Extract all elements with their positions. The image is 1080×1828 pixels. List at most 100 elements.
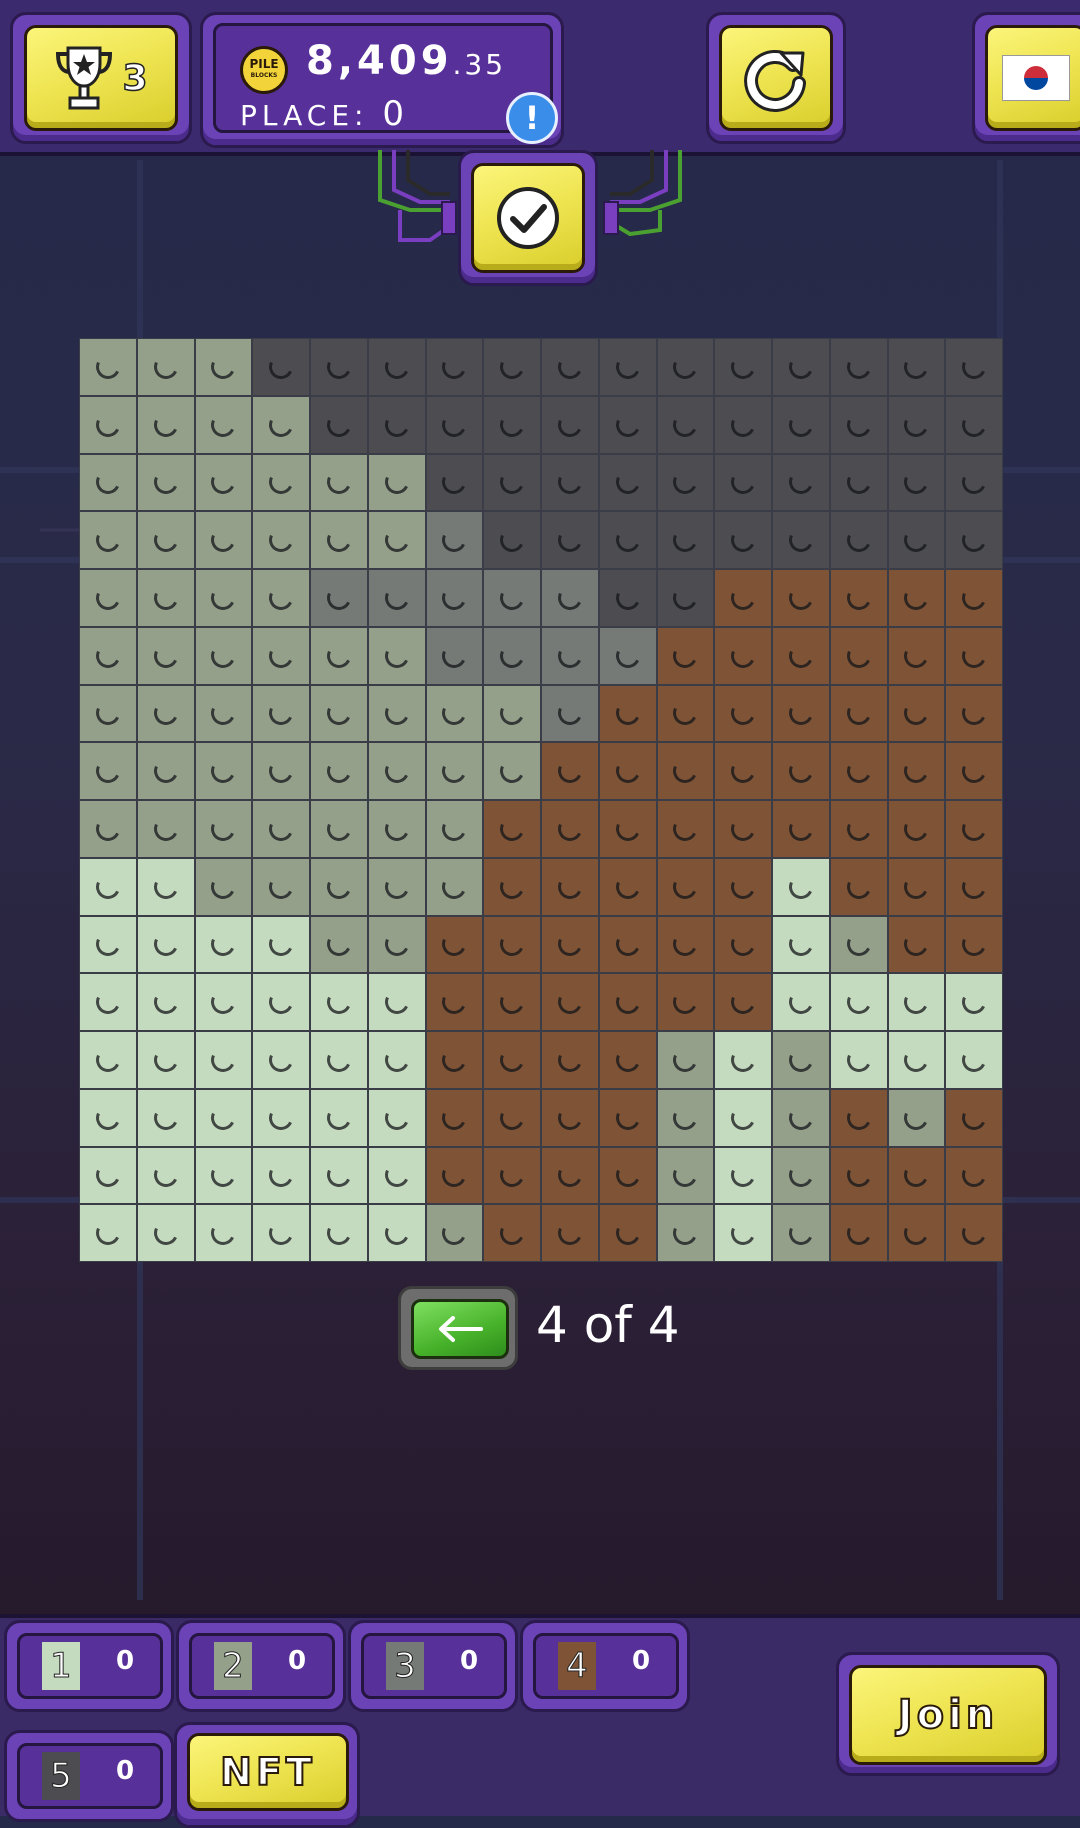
grid-cell[interactable] xyxy=(310,1031,368,1089)
grid-cell[interactable] xyxy=(598,395,657,454)
grid-cell[interactable] xyxy=(136,569,195,627)
grid-cell[interactable] xyxy=(310,973,368,1031)
grid-cell[interactable] xyxy=(425,569,484,627)
palette-color-3[interactable]: 30 xyxy=(348,1620,518,1712)
grid-cell[interactable] xyxy=(194,395,253,454)
grid-cell[interactable] xyxy=(79,1031,137,1089)
grid-cell[interactable] xyxy=(714,1204,772,1262)
grid-cell[interactable] xyxy=(541,1088,599,1147)
grid-cell[interactable] xyxy=(772,1204,830,1262)
grid-cell[interactable] xyxy=(79,857,137,916)
grid-cell[interactable] xyxy=(772,511,830,569)
grid-cell[interactable] xyxy=(367,800,426,858)
grid-cell[interactable] xyxy=(887,1088,946,1147)
grid-cell[interactable] xyxy=(598,338,657,396)
grid-cell[interactable] xyxy=(310,857,368,916)
grid-cell[interactable] xyxy=(945,857,1003,916)
grid-cell[interactable] xyxy=(887,511,946,569)
grid-cell[interactable] xyxy=(79,626,137,685)
grid-cell[interactable] xyxy=(541,569,599,627)
grid-cell[interactable] xyxy=(829,1204,888,1262)
grid-cell[interactable] xyxy=(136,1146,195,1205)
grid-cell[interactable] xyxy=(136,857,195,916)
grid-cell[interactable] xyxy=(598,1088,657,1147)
grid-cell[interactable] xyxy=(541,742,599,800)
grid-cell[interactable] xyxy=(194,453,253,512)
grid-cell[interactable] xyxy=(598,800,657,858)
grid-cell[interactable] xyxy=(829,338,888,396)
grid-cell[interactable] xyxy=(945,1031,1003,1089)
grid-cell[interactable] xyxy=(79,1088,137,1147)
grid-cell[interactable] xyxy=(425,338,484,396)
grid-cell[interactable] xyxy=(136,1031,195,1089)
grid-cell[interactable] xyxy=(945,973,1003,1031)
grid-cell[interactable] xyxy=(714,1031,772,1089)
grid-cell[interactable] xyxy=(483,1088,541,1147)
grid-cell[interactable] xyxy=(714,338,772,396)
grid-cell[interactable] xyxy=(656,1031,715,1089)
grid-cell[interactable] xyxy=(829,915,888,974)
grid-cell[interactable] xyxy=(541,453,599,512)
palette-color-5[interactable]: 50 xyxy=(4,1730,174,1822)
grid-cell[interactable] xyxy=(887,973,946,1031)
grid-cell[interactable] xyxy=(425,1204,484,1262)
grid-cell[interactable] xyxy=(945,915,1003,974)
grid-cell[interactable] xyxy=(310,626,368,685)
grid-cell[interactable] xyxy=(310,800,368,858)
grid-cell[interactable] xyxy=(194,1204,253,1262)
grid-cell[interactable] xyxy=(194,511,253,569)
grid-cell[interactable] xyxy=(194,742,253,800)
grid-cell[interactable] xyxy=(829,626,888,685)
grid-cell[interactable] xyxy=(772,569,830,627)
grid-cell[interactable] xyxy=(367,395,426,454)
grid-cell[interactable] xyxy=(310,453,368,512)
nft-button[interactable]: NFT xyxy=(187,1733,349,1811)
grid-cell[interactable] xyxy=(136,1204,195,1262)
grid-cell[interactable] xyxy=(252,684,310,743)
grid-cell[interactable] xyxy=(656,338,715,396)
grid-cell[interactable] xyxy=(425,395,484,454)
grid-cell[interactable] xyxy=(136,742,195,800)
grid-cell[interactable] xyxy=(541,511,599,569)
grid-cell[interactable] xyxy=(136,1088,195,1147)
grid-cell[interactable] xyxy=(367,338,426,396)
grid-cell[interactable] xyxy=(541,800,599,858)
grid-cell[interactable] xyxy=(136,626,195,685)
grid-cell[interactable] xyxy=(252,1031,310,1089)
grid-cell[interactable] xyxy=(829,395,888,454)
grid-cell[interactable] xyxy=(310,1146,368,1205)
grid-cell[interactable] xyxy=(887,800,946,858)
grid-cell[interactable] xyxy=(945,453,1003,512)
grid-cell[interactable] xyxy=(136,684,195,743)
grid-cell[interactable] xyxy=(483,569,541,627)
grid-cell[interactable] xyxy=(194,1146,253,1205)
grid-cell[interactable] xyxy=(79,453,137,512)
grid-cell[interactable] xyxy=(714,684,772,743)
grid-cell[interactable] xyxy=(425,684,484,743)
grid-cell[interactable] xyxy=(367,1088,426,1147)
grid-cell[interactable] xyxy=(772,1146,830,1205)
grid-cell[interactable] xyxy=(483,684,541,743)
grid-cell[interactable] xyxy=(367,742,426,800)
grid-cell[interactable] xyxy=(136,453,195,512)
grid-cell[interactable] xyxy=(714,1146,772,1205)
grid-cell[interactable] xyxy=(252,1088,310,1147)
grid-cell[interactable] xyxy=(887,626,946,685)
grid-cell[interactable] xyxy=(656,742,715,800)
grid-cell[interactable] xyxy=(425,1088,484,1147)
back-button[interactable] xyxy=(411,1299,509,1359)
grid-cell[interactable] xyxy=(887,684,946,743)
grid-cell[interactable] xyxy=(945,1204,1003,1262)
grid-cell[interactable] xyxy=(425,626,484,685)
grid-cell[interactable] xyxy=(483,1146,541,1205)
grid-cell[interactable] xyxy=(829,511,888,569)
grid-cell[interactable] xyxy=(714,800,772,858)
grid-cell[interactable] xyxy=(367,1146,426,1205)
grid-cell[interactable] xyxy=(425,1146,484,1205)
grid-cell[interactable] xyxy=(829,453,888,512)
grid-cell[interactable] xyxy=(598,684,657,743)
grid-cell[interactable] xyxy=(656,1146,715,1205)
grid-cell[interactable] xyxy=(310,915,368,974)
grid-cell[interactable] xyxy=(79,915,137,974)
grid-cell[interactable] xyxy=(598,511,657,569)
